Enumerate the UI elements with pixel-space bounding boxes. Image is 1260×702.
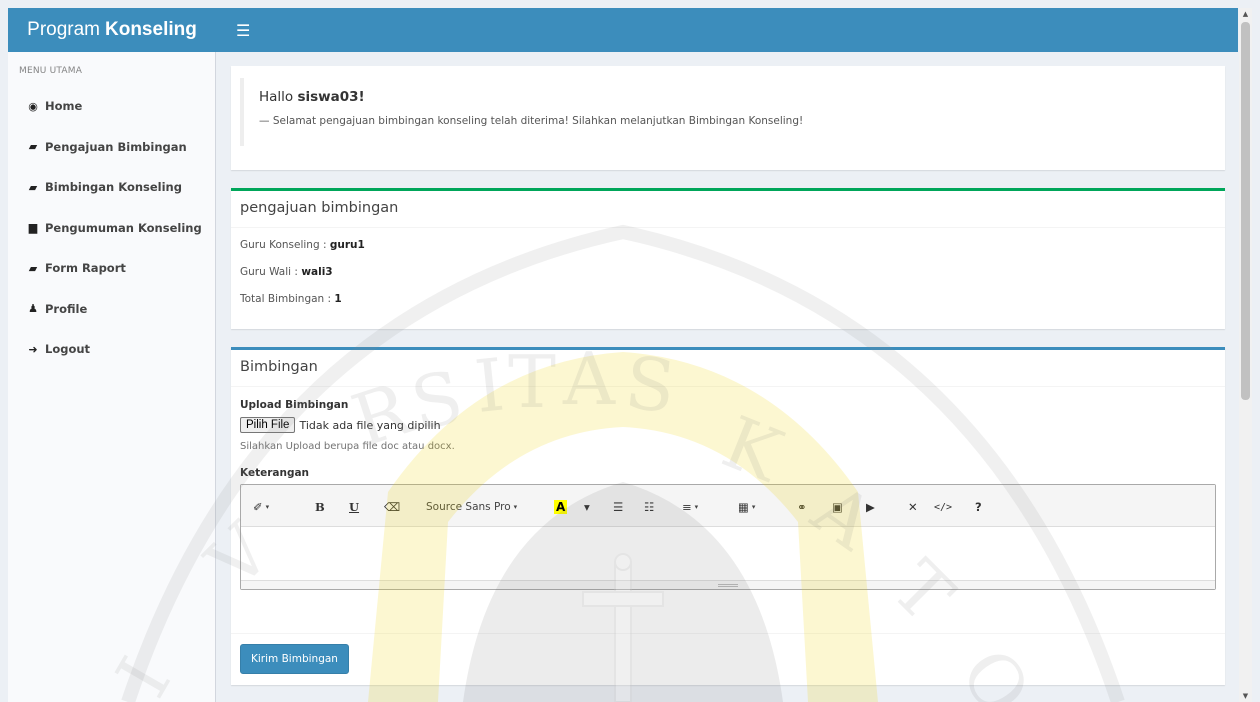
sidebar-item-label: Bimbingan Konseling: [45, 180, 182, 195]
guru-konseling-value: guru1: [329, 239, 365, 251]
file-icon: ▆: [28, 221, 38, 235]
fullscreen-icon[interactable]: ✕: [908, 496, 918, 518]
choose-file-button[interactable]: Pilih File: [240, 417, 296, 433]
table-icon[interactable]: ▦ ▾: [738, 496, 755, 518]
brand-logo[interactable]: Program Konseling: [8, 8, 216, 52]
sidebar-item-pengajuan-bimbingan[interactable]: ▰ Pengajuan Bimbingan: [8, 127, 215, 168]
greeting-text: Hallo: [259, 89, 294, 105]
bimbingan-box-title: Bimbingan: [231, 350, 1225, 387]
brand-bold: Konseling: [105, 19, 197, 40]
code-view-icon[interactable]: </>: [934, 496, 952, 518]
sidebar-item-profile[interactable]: ♟ Profile: [8, 289, 215, 330]
font-family-dropdown[interactable]: Source Sans Pro ▾: [426, 496, 517, 518]
top-navbar: Program Konseling ☰: [8, 8, 1238, 52]
greeting-box: Hallo siswa03! — Selamat pengajuan bimbi…: [231, 66, 1225, 170]
sidebar-item-form-raport[interactable]: ▰ Form Raport: [8, 248, 215, 289]
rich-text-editor: ✐ ▾ B U ⌫ Source Sans Pro ▾ A ▾ ☰ ☷ ≡ ▾ ▦ ▾ …: [240, 484, 1216, 590]
editor-toolbar: ✐ ▾ B U ⌫ Source Sans Pro ▾ A ▾ ☰ ☷ ≡ ▾ ▦ ▾ …: [241, 485, 1215, 527]
greeting-username: siswa03!: [297, 89, 365, 105]
underline-button[interactable]: U: [349, 496, 359, 518]
unordered-list-icon[interactable]: ☰: [613, 496, 623, 518]
eraser-icon[interactable]: ⌫: [384, 496, 400, 518]
total-bimbingan-value: 1: [334, 293, 342, 305]
file-status-text: Tidak ada file yang dipilih: [299, 418, 441, 432]
text-color-button[interactable]: A: [554, 496, 568, 518]
sidebar-item-label: Pengumuman Konseling: [45, 220, 202, 235]
editor-resize-handle[interactable]: [241, 580, 1215, 589]
bold-button[interactable]: B: [315, 496, 325, 518]
sidebar-item-pengumuman-konseling[interactable]: ▆ Pengumuman Konseling: [8, 208, 215, 249]
tachometer-icon: ◉: [28, 99, 38, 113]
scroll-down-arrow-icon[interactable]: ▼: [1239, 690, 1252, 702]
pengajuan-info-box: pengajuan bimbingan Guru Konseling : gur…: [231, 188, 1225, 329]
scroll-up-arrow-icon[interactable]: ▲: [1239, 8, 1252, 20]
link-icon[interactable]: ⚭: [797, 496, 807, 518]
guru-wali-line: Guru Wali : wali3: [231, 259, 1225, 286]
keterangan-label: Keterangan: [240, 467, 310, 479]
book-icon: ▰: [28, 261, 38, 275]
guru-konseling-label: Guru Konseling :: [240, 239, 327, 251]
greeting-message: — Selamat pengajuan bimbingan konseling …: [259, 115, 804, 127]
sidebar-item-logout[interactable]: ➜ Logout: [8, 329, 215, 370]
ordered-list-icon[interactable]: ☷: [644, 496, 654, 518]
total-bimbingan-line: Total Bimbingan : 1: [231, 286, 1225, 313]
total-bimbingan-label: Total Bimbingan :: [240, 293, 332, 305]
style-magic-icon[interactable]: ✐ ▾: [253, 496, 269, 518]
sidebar-item-label: Pengajuan Bimbingan: [45, 139, 187, 154]
pengajuan-box-title: pengajuan bimbingan: [231, 191, 1225, 228]
scrollbar-thumb[interactable]: [1241, 22, 1250, 400]
upload-label: Upload Bimbingan: [240, 399, 349, 411]
picture-icon[interactable]: ▣: [832, 496, 843, 518]
sidebar-item-home[interactable]: ◉ Home: [8, 86, 215, 127]
guru-wali-label: Guru Wali :: [240, 266, 298, 278]
book-icon: ▰: [28, 180, 38, 194]
file-input[interactable]: Pilih File Tidak ada file yang dipilih: [240, 415, 1216, 435]
resize-grip-icon: [718, 583, 738, 587]
bimbingan-form-box: Bimbingan Upload Bimbingan Pilih File Ti…: [231, 347, 1225, 685]
sidebar-menu-header: MENU UTAMA: [19, 66, 83, 76]
box-footer-divider: [231, 633, 1225, 634]
submit-bimbingan-button[interactable]: Kirim Bimbingan: [240, 644, 349, 674]
hamburger-menu-icon[interactable]: ☰: [236, 21, 250, 40]
book-icon: ▰: [28, 140, 38, 154]
sidebar-item-bimbingan-konseling[interactable]: ▰ Bimbingan Konseling: [8, 167, 215, 208]
bimbingan-form: Upload Bimbingan Pilih File Tidak ada fi…: [231, 387, 1225, 590]
sidebar-item-label: Home: [45, 99, 83, 114]
upload-help-text: Silahkan Upload berupa file doc atau doc…: [240, 441, 455, 452]
color-dropdown-icon[interactable]: ▾: [584, 496, 590, 518]
sidebar-item-label: Form Raport: [45, 261, 126, 276]
help-icon[interactable]: ?: [975, 496, 982, 518]
paragraph-align-icon[interactable]: ≡ ▾: [682, 496, 698, 518]
sidebar: MENU UTAMA ◉ Home ▰ Pengajuan Bimbingan …: [8, 52, 216, 702]
guru-konseling-line: Guru Konseling : guru1: [231, 232, 1225, 259]
greeting-callout: Hallo siswa03! — Selamat pengajuan bimbi…: [240, 78, 1216, 146]
brand-light: Program: [27, 19, 100, 40]
sign-out-icon: ➜: [28, 342, 38, 356]
sidebar-item-label: Profile: [45, 301, 88, 316]
guru-wali-value: wali3: [301, 266, 333, 278]
page-scrollbar[interactable]: ▲ ▼: [1239, 8, 1252, 702]
editor-content-area[interactable]: [241, 528, 1215, 580]
user-icon: ♟: [28, 302, 38, 316]
greeting-title: Hallo siswa03!: [259, 89, 1216, 105]
video-icon[interactable]: ▶: [866, 496, 875, 518]
sidebar-item-label: Logout: [45, 342, 91, 357]
content-wrapper: Hallo siswa03! — Selamat pengajuan bimbi…: [217, 52, 1238, 702]
